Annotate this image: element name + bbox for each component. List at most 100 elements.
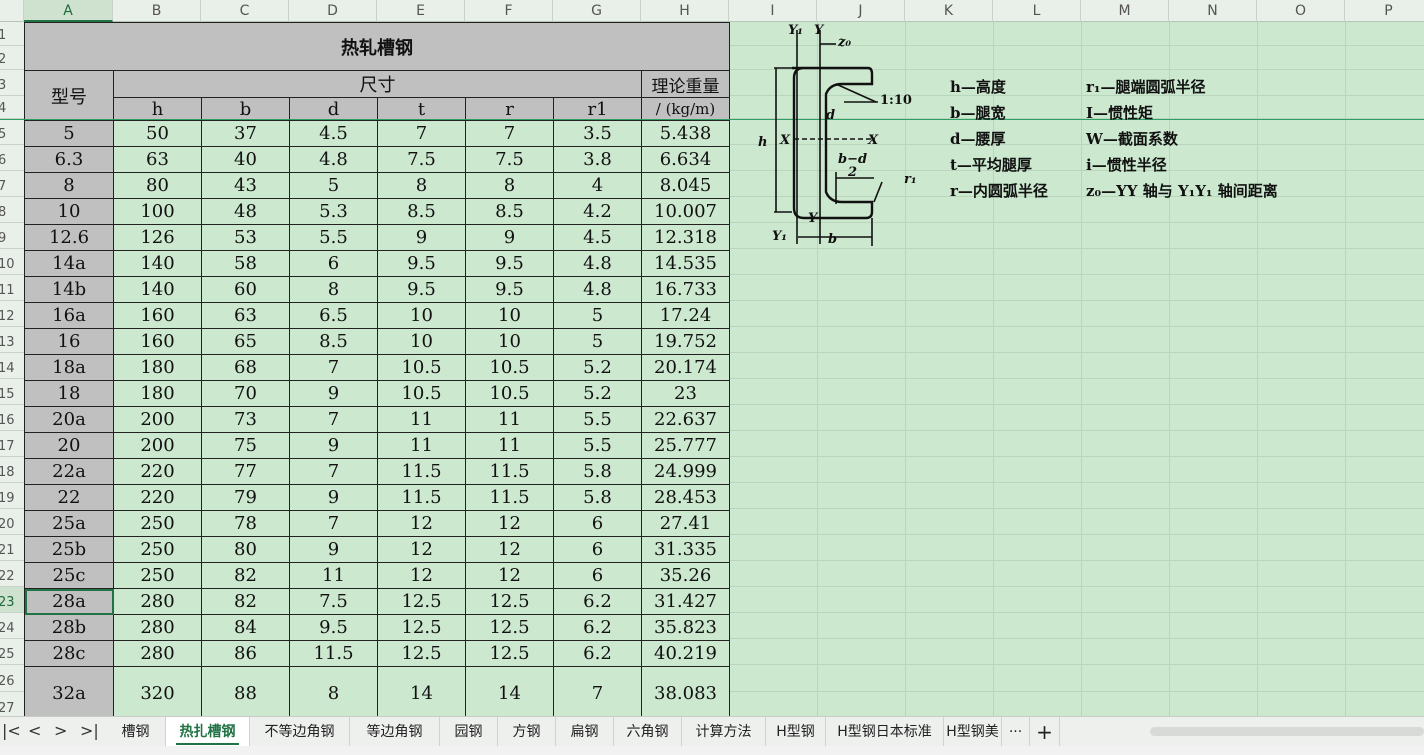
sheet-tab[interactable]: 不等边角钢 <box>250 717 350 747</box>
value-cell[interactable]: 10.5 <box>465 354 554 381</box>
row-header[interactable]: 24 <box>0 613 24 639</box>
value-cell[interactable]: 12.318 <box>641 224 730 251</box>
value-cell[interactable]: 73 <box>201 406 290 433</box>
value-cell[interactable]: 4.5 <box>553 224 642 251</box>
model-cell[interactable]: 5 <box>24 120 114 147</box>
value-cell[interactable]: 10 <box>377 328 466 355</box>
value-cell[interactable]: 63 <box>113 146 202 173</box>
value-cell[interactable]: 9 <box>289 536 378 563</box>
column-header[interactable]: M <box>1081 0 1169 22</box>
value-cell[interactable]: 11 <box>377 432 466 459</box>
add-sheet-button[interactable]: + <box>1030 717 1060 747</box>
value-cell[interactable]: 6.2 <box>553 640 642 667</box>
row-header[interactable]: 22 <box>0 561 24 587</box>
value-cell[interactable]: 4.8 <box>553 250 642 277</box>
value-cell[interactable]: 16.733 <box>641 276 730 303</box>
column-header[interactable]: K <box>905 0 993 22</box>
model-cell[interactable]: 12.6 <box>24 224 114 251</box>
value-cell[interactable]: 11.5 <box>465 458 554 485</box>
column-header[interactable]: G <box>553 0 641 22</box>
row-header[interactable]: 14 <box>0 353 24 379</box>
value-cell[interactable]: 12.5 <box>465 614 554 641</box>
value-cell[interactable]: 11 <box>465 406 554 433</box>
value-cell[interactable]: 12 <box>377 510 466 537</box>
value-cell[interactable]: 11.5 <box>289 640 378 667</box>
model-cell[interactable]: 28c <box>24 640 114 667</box>
row-header[interactable]: 11 <box>0 275 24 301</box>
value-cell[interactable]: 8 <box>289 276 378 303</box>
value-cell[interactable]: 4.8 <box>289 146 378 173</box>
value-cell[interactable]: 10 <box>465 328 554 355</box>
value-cell[interactable]: 100 <box>113 198 202 225</box>
sub-header-h[interactable]: h <box>113 97 202 121</box>
column-header[interactable]: C <box>201 0 289 22</box>
value-cell[interactable]: 5.2 <box>553 380 642 407</box>
model-cell[interactable]: 6.3 <box>24 146 114 173</box>
value-cell[interactable]: 31.335 <box>641 536 730 563</box>
value-cell[interactable]: 22.637 <box>641 406 730 433</box>
value-cell[interactable]: 160 <box>113 302 202 329</box>
row-header[interactable]: 18 <box>0 457 24 483</box>
row-header[interactable]: 4 <box>0 96 24 119</box>
column-header[interactable]: A <box>24 0 113 22</box>
value-cell[interactable]: 25.777 <box>641 432 730 459</box>
prev-sheet-button[interactable]: < <box>28 721 41 740</box>
model-cell[interactable]: 8 <box>24 172 114 199</box>
model-cell[interactable]: 32a <box>24 666 114 716</box>
value-cell[interactable]: 12.5 <box>377 614 466 641</box>
value-cell[interactable]: 75 <box>201 432 290 459</box>
row-header[interactable]: 6 <box>0 145 24 171</box>
value-cell[interactable]: 280 <box>113 588 202 615</box>
value-cell[interactable]: 14 <box>465 666 554 716</box>
row-header[interactable]: 27 <box>0 692 24 716</box>
value-cell[interactable]: 140 <box>113 250 202 277</box>
sheet-tab[interactable]: 园钢 <box>440 717 498 747</box>
value-cell[interactable]: 280 <box>113 614 202 641</box>
model-cell[interactable]: 10 <box>24 198 114 225</box>
value-cell[interactable]: 53 <box>201 224 290 251</box>
value-cell[interactable]: 200 <box>113 432 202 459</box>
column-header[interactable]: O <box>1257 0 1345 22</box>
sheet-tab[interactable]: 等边角钢 <box>350 717 440 747</box>
value-cell[interactable]: 82 <box>201 588 290 615</box>
value-cell[interactable]: 12 <box>377 536 466 563</box>
value-cell[interactable]: 86 <box>201 640 290 667</box>
model-cell[interactable]: 16a <box>24 302 114 329</box>
value-cell[interactable]: 37 <box>201 120 290 147</box>
value-cell[interactable]: 9 <box>465 224 554 251</box>
value-cell[interactable]: 250 <box>113 510 202 537</box>
value-cell[interactable]: 10 <box>377 302 466 329</box>
weight-header-2[interactable]: / (kg/m) <box>641 97 730 121</box>
value-cell[interactable]: 12.5 <box>377 640 466 667</box>
model-cell[interactable]: 20 <box>24 432 114 459</box>
value-cell[interactable]: 11 <box>465 432 554 459</box>
row-header[interactable]: 9 <box>0 223 24 249</box>
value-cell[interactable]: 8.5 <box>289 328 378 355</box>
row-header[interactable]: 23 <box>0 587 24 613</box>
model-cell[interactable]: 22a <box>24 458 114 485</box>
row-header[interactable]: 21 <box>0 535 24 561</box>
value-cell[interactable]: 9 <box>289 380 378 407</box>
value-cell[interactable]: 17.24 <box>641 302 730 329</box>
more-tabs-button[interactable]: ··· <box>1002 717 1030 747</box>
sheet-tab[interactable]: 计算方法 <box>682 717 766 747</box>
value-cell[interactable]: 12 <box>465 562 554 589</box>
value-cell[interactable]: 7.5 <box>465 146 554 173</box>
value-cell[interactable]: 9.5 <box>465 276 554 303</box>
value-cell[interactable]: 220 <box>113 484 202 511</box>
value-cell[interactable]: 31.427 <box>641 588 730 615</box>
value-cell[interactable]: 12 <box>465 536 554 563</box>
value-cell[interactable]: 9 <box>289 432 378 459</box>
value-cell[interactable]: 38.083 <box>641 666 730 716</box>
horizontal-scrollbar[interactable] <box>1150 727 1424 736</box>
sheet-tab[interactable]: H型钢 <box>766 717 826 747</box>
value-cell[interactable]: 10.007 <box>641 198 730 225</box>
next-sheet-button[interactable]: > <box>54 721 67 740</box>
value-cell[interactable]: 8.5 <box>465 198 554 225</box>
value-cell[interactable]: 35.823 <box>641 614 730 641</box>
model-cell[interactable]: 22 <box>24 484 114 511</box>
row-header[interactable]: 16 <box>0 405 24 431</box>
value-cell[interactable]: 7 <box>465 120 554 147</box>
value-cell[interactable]: 58 <box>201 250 290 277</box>
value-cell[interactable]: 10.5 <box>465 380 554 407</box>
